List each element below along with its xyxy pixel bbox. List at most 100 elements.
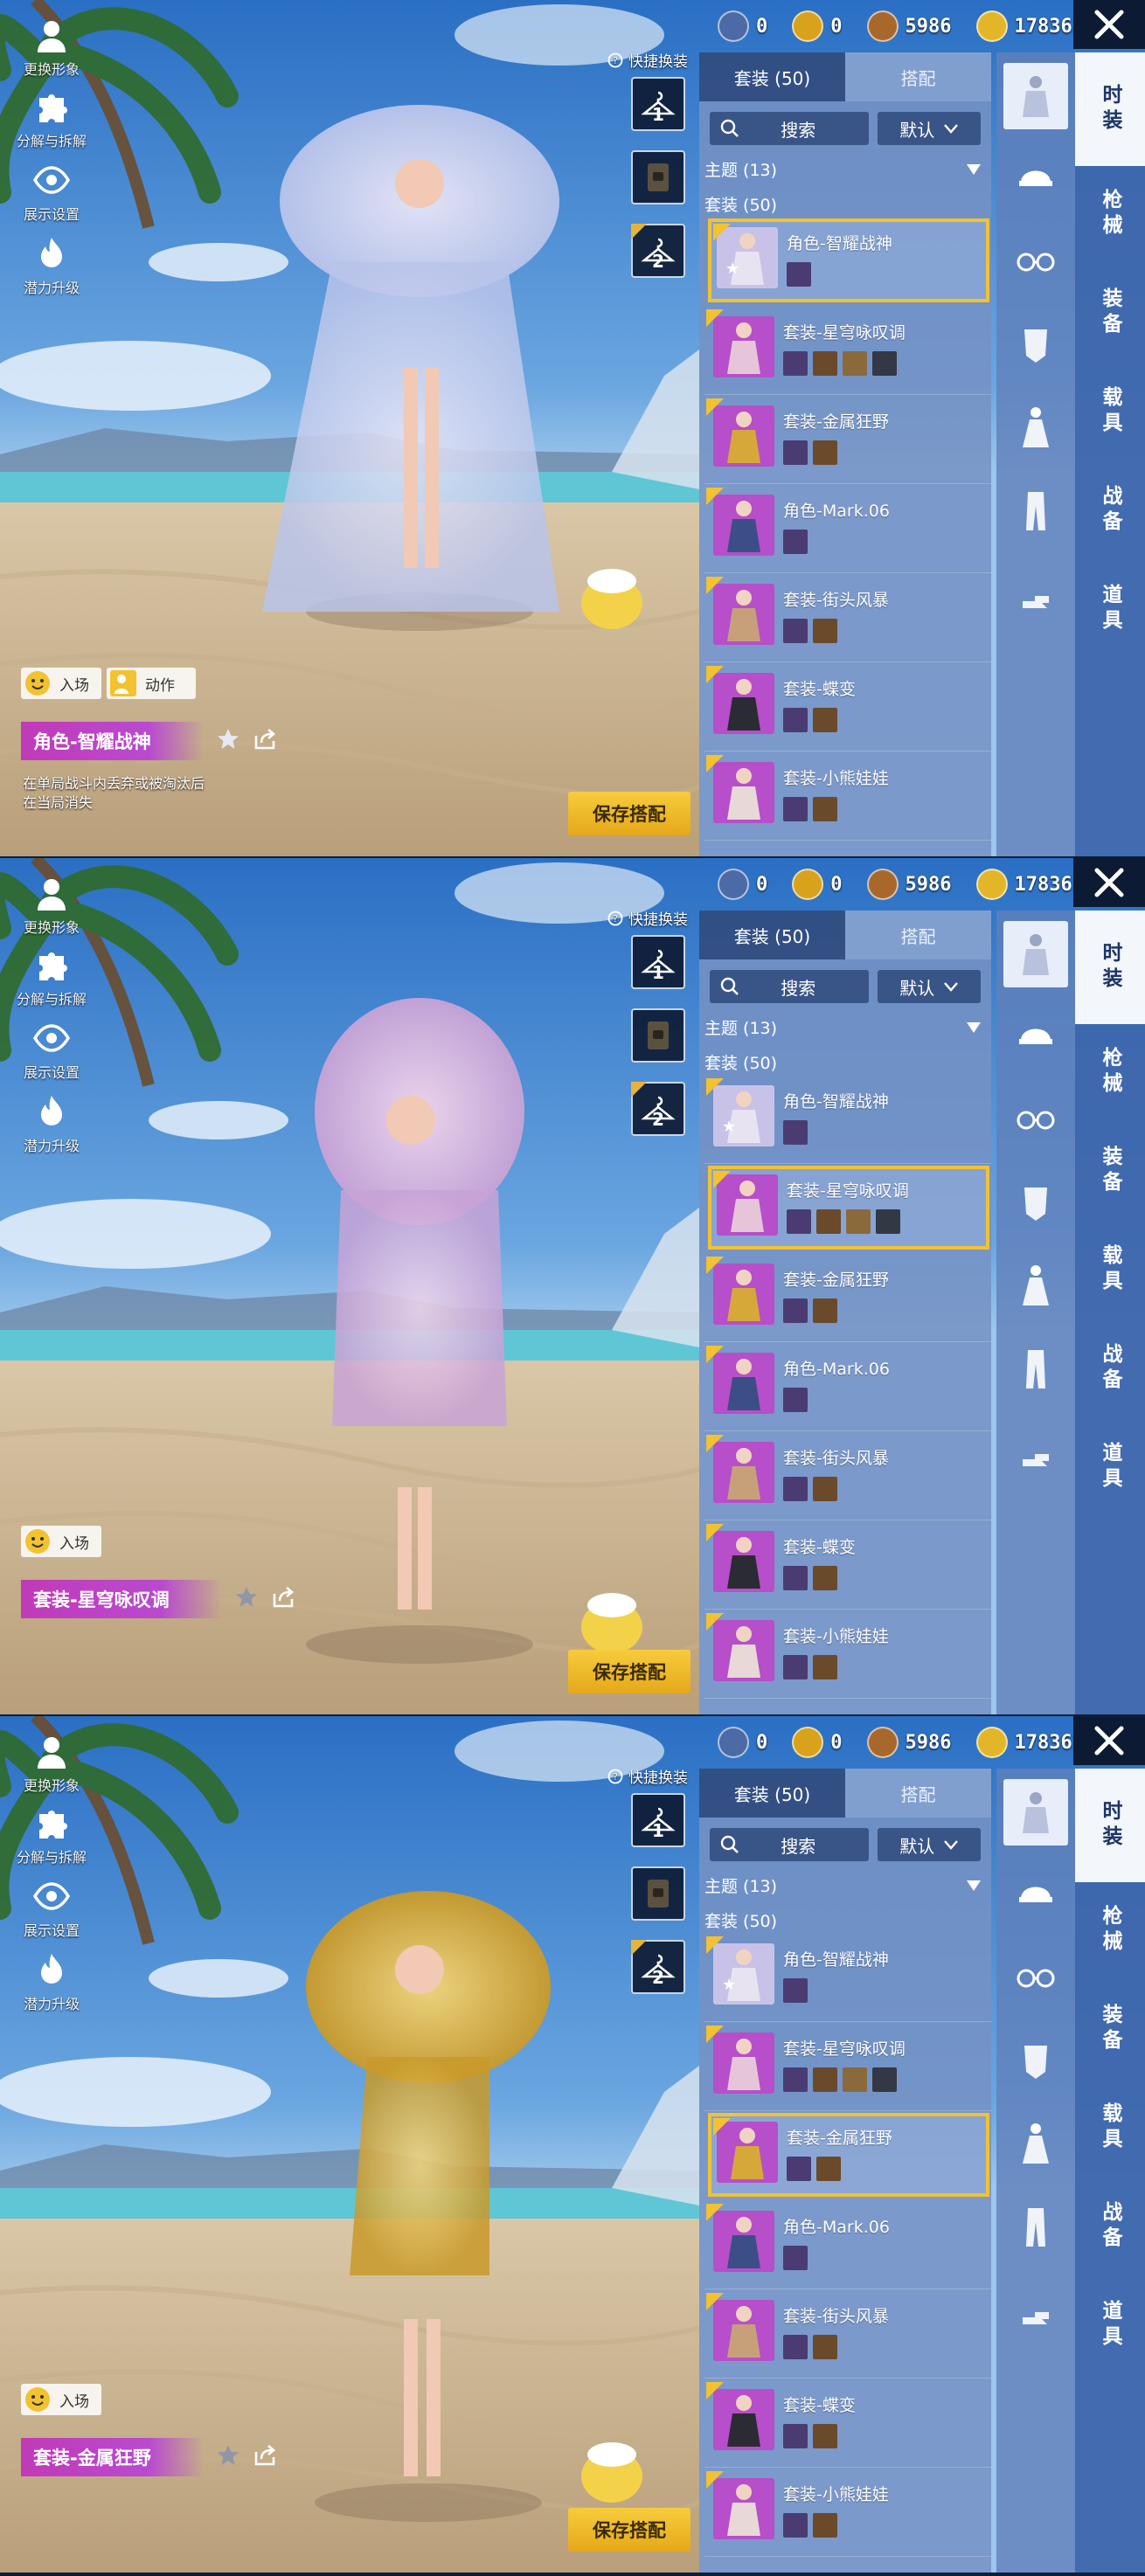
quick-slot-1[interactable]: 1 — [631, 77, 685, 131]
tab-category-4[interactable]: 战备 — [1075, 2178, 1145, 2275]
glasses-category[interactable] — [1003, 1087, 1068, 1153]
share-button[interactable] — [271, 1585, 295, 1613]
outfit-item[interactable]: 套装-街头风暴 — [704, 575, 991, 662]
quick-slot-1[interactable]: 1 — [631, 1793, 685, 1847]
tab-category-5[interactable]: 道具 — [1075, 2277, 1145, 2373]
quick-swap-label[interactable]: ? 快捷换装 — [607, 49, 688, 71]
quick-slot-2[interactable] — [631, 150, 685, 204]
tool-user[interactable]: 更换形象 — [12, 1732, 91, 1795]
mask-category[interactable] — [1003, 1170, 1068, 1236]
currency-item[interactable]: 178361 — [975, 869, 1084, 900]
currency-item[interactable]: 178361 — [975, 1727, 1084, 1758]
theme-filter[interactable]: 主题 (13) — [704, 157, 981, 181]
outfit-item[interactable]: ★ 角色-智耀战神 — [704, 1935, 991, 2022]
tab-category-5[interactable]: 道具 — [1075, 561, 1145, 657]
sort-select[interactable]: 默认 — [878, 112, 981, 145]
currency-item[interactable]: 0 — [792, 1727, 843, 1758]
outfit-item[interactable]: 角色-Mark.06 — [704, 2202, 991, 2289]
currency-item[interactable]: 5986 — [866, 10, 952, 42]
tab-combos[interactable]: 搭配 — [845, 1769, 991, 1818]
outfit-item[interactable]: 角色-Mark.06 — [704, 486, 991, 573]
quick-slot-3[interactable]: 2 — [631, 224, 685, 278]
tool-flame[interactable]: 潜力升级 — [12, 1950, 91, 2013]
outfit-item[interactable]: 套装-蝶变 — [704, 1522, 991, 1610]
tab-category-2[interactable]: 装备 — [1075, 1981, 1145, 2077]
entrance-button[interactable]: 入场 — [21, 668, 101, 699]
tab-outfits[interactable]: 套装 (50) — [699, 911, 845, 959]
action-button[interactable]: 动作 — [107, 668, 196, 699]
outfit-item[interactable]: 套装-金属狂野 — [704, 1255, 991, 1342]
search-input[interactable]: 搜索 — [710, 970, 870, 1003]
outfit-item[interactable]: 套装-小熊娃娃 — [704, 1611, 991, 1699]
tab-outfits[interactable]: 套装 (50) — [699, 1769, 845, 1818]
outfit-item[interactable]: ★ 角色-智耀战神 — [708, 218, 989, 302]
currency-item[interactable]: 0 — [718, 10, 767, 42]
tab-combos[interactable]: 搭配 — [845, 911, 991, 959]
close-button[interactable] — [1073, 0, 1145, 49]
quick-slot-1[interactable]: 1 — [631, 935, 685, 989]
search-input[interactable]: 搜索 — [710, 112, 870, 145]
outfit-category[interactable] — [1003, 63, 1068, 129]
outfit-item[interactable]: 套装-小熊娃娃 — [704, 2469, 991, 2557]
tab-category-4[interactable]: 战备 — [1075, 1320, 1145, 1416]
pants-category[interactable] — [1003, 478, 1068, 544]
currency-item[interactable]: 0 — [792, 10, 843, 42]
quick-swap-label[interactable]: ? 快捷换装 — [607, 1765, 688, 1787]
entrance-button[interactable]: 入场 — [21, 2384, 101, 2415]
tab-category-2[interactable]: 装备 — [1075, 1123, 1145, 1219]
save-combo-button[interactable]: 保存搭配 — [568, 1650, 690, 1693]
favorite-button[interactable] — [234, 1585, 259, 1613]
tool-user[interactable]: 更换形象 — [12, 16, 91, 79]
close-button[interactable] — [1073, 858, 1145, 907]
outfit-item[interactable]: 套装-星穹咏叹调 — [704, 308, 991, 395]
mask-category[interactable] — [1003, 2028, 1068, 2095]
outfit-item[interactable]: 套装-星穹咏叹调 — [704, 2024, 991, 2111]
close-button[interactable] — [1073, 1716, 1145, 1765]
tab-category-0[interactable]: 时装 — [1075, 1769, 1145, 1882]
shoes-category[interactable] — [1003, 561, 1068, 627]
currency-item[interactable]: 178361 — [975, 10, 1084, 42]
shoes-category[interactable] — [1003, 2277, 1068, 2344]
outfit-item[interactable]: 套装-街头风暴 — [704, 1433, 991, 1520]
theme-filter[interactable]: 主题 (13) — [704, 1873, 981, 1897]
tool-puzzle[interactable]: 分解与拆解 — [12, 945, 91, 1008]
tool-eye[interactable]: 展示设置 — [12, 1877, 91, 1940]
tab-category-4[interactable]: 战备 — [1075, 462, 1145, 558]
helmet-category[interactable] — [1003, 1862, 1068, 1929]
dress-category[interactable] — [1003, 1253, 1068, 1319]
outfit-category[interactable] — [1003, 1779, 1068, 1845]
currency-item[interactable]: 5986 — [866, 1727, 952, 1758]
quick-slot-3[interactable]: 2 — [631, 1082, 685, 1136]
sort-select[interactable]: 默认 — [878, 970, 981, 1003]
tool-eye[interactable]: 展示设置 — [12, 161, 91, 224]
tool-puzzle[interactable]: 分解与拆解 — [12, 87, 91, 150]
tab-category-2[interactable]: 装备 — [1075, 265, 1145, 361]
entrance-button[interactable]: 入场 — [21, 1526, 101, 1557]
helmet-category[interactable] — [1003, 146, 1068, 212]
dress-category[interactable] — [1003, 2111, 1068, 2178]
save-combo-button[interactable]: 保存搭配 — [568, 792, 690, 835]
currency-item[interactable]: 0 — [718, 869, 767, 900]
quick-slot-3[interactable]: 2 — [631, 1940, 685, 1994]
quick-swap-label[interactable]: ? 快捷换装 — [607, 907, 688, 929]
tab-category-0[interactable]: 时装 — [1075, 911, 1145, 1024]
tool-user[interactable]: 更换形象 — [12, 874, 91, 937]
tool-flame[interactable]: 潜力升级 — [12, 1092, 91, 1155]
outfit-item[interactable]: 套装-蝶变 — [704, 2380, 991, 2468]
outfit-item[interactable]: 套装-小熊娃娃 — [704, 753, 991, 841]
quick-slot-2[interactable] — [631, 1008, 685, 1063]
search-input[interactable]: 搜索 — [710, 1828, 870, 1861]
outfit-category[interactable] — [1003, 921, 1068, 987]
currency-item[interactable]: 0 — [792, 869, 843, 900]
tab-category-3[interactable]: 载具 — [1075, 2080, 1145, 2176]
pants-category[interactable] — [1003, 2194, 1068, 2261]
share-button[interactable] — [253, 2443, 277, 2471]
save-combo-button[interactable]: 保存搭配 — [568, 2508, 690, 2552]
mask-category[interactable] — [1003, 312, 1068, 378]
outfit-item[interactable]: 套装-街头风暴 — [704, 2291, 991, 2379]
outfit-item[interactable]: 套装-金属狂野 — [704, 397, 991, 484]
share-button[interactable] — [253, 727, 277, 755]
tab-outfits[interactable]: 套装 (50) — [699, 52, 845, 101]
outfit-item[interactable]: ★ 角色-智耀战神 — [704, 1077, 991, 1164]
tab-category-1[interactable]: 枪械 — [1075, 1024, 1145, 1120]
